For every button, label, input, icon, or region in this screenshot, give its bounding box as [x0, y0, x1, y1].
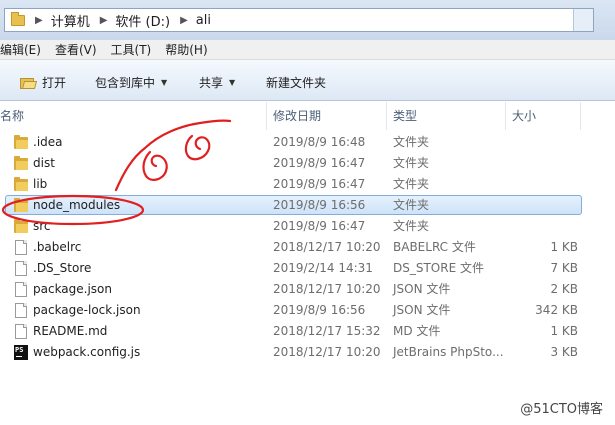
command-bar: 打开 包含到库中 ▼ 共享 ▼ 新建文件夹 — [0, 60, 615, 101]
file-row[interactable]: lib 2019/8/9 16:47 文件夹 — [0, 174, 615, 195]
file-row[interactable]: src 2019/8/9 16:47 文件夹 — [0, 216, 615, 237]
file-date: 2019/8/9 16:56 — [273, 303, 366, 317]
file-row[interactable]: README.md 2018/12/17 15:32 MD 文件 1 KB — [0, 321, 615, 342]
include-in-library-button[interactable]: 包含到库中 ▼ — [95, 74, 167, 91]
file-type: 文件夹 — [393, 198, 430, 212]
file-icon — [14, 240, 28, 255]
file-row[interactable]: package-lock.json 2019/8/9 16:56 JSON 文件 34… — [0, 300, 615, 321]
menu-bar: 编辑(E) 查看(V) 工具(T) 帮助(H) — [0, 40, 615, 60]
file-size: 342 KB — [535, 303, 578, 317]
new-folder-label: 新建文件夹 — [266, 76, 327, 90]
new-folder-button[interactable]: 新建文件夹 — [266, 74, 326, 91]
file-row[interactable]: package.json 2018/12/17 10:20 JSON 文件 2 KB — [0, 279, 615, 300]
file-date: 2018/12/17 10:20 — [273, 282, 381, 296]
breadcrumb-computer[interactable]: 计算机 — [51, 11, 90, 30]
file-name: package.json — [33, 282, 113, 296]
open-folder-icon — [20, 76, 38, 90]
column-header-date[interactable]: 修改日期 — [267, 102, 387, 130]
breadcrumb-separator-icon[interactable]: ▶ — [35, 15, 43, 26]
column-header-type[interactable]: 类型 — [387, 102, 506, 130]
file-date: 2019/2/14 14:31 — [273, 261, 373, 275]
file-name: README.md — [33, 324, 108, 338]
file-name: src — [33, 219, 51, 233]
folder-icon — [14, 156, 28, 171]
address-bar: ▶ 计算机 ▶ 软件 (D:) ▶ ali — [0, 0, 615, 40]
folder-icon — [14, 135, 28, 150]
file-type: DS_STORE 文件 — [393, 261, 484, 275]
file-icon — [14, 282, 28, 297]
file-size: 1 KB — [550, 240, 578, 254]
file-size: 1 KB — [550, 324, 578, 338]
file-size: 3 KB — [550, 345, 578, 359]
file-row[interactable]: .DS_Store 2019/2/14 14:31 DS_STORE 文件 7 KB — [0, 258, 615, 279]
file-type: MD 文件 — [393, 324, 441, 338]
menu-tools[interactable]: 工具(T) — [111, 41, 152, 58]
file-size: 7 KB — [550, 261, 578, 275]
file-date: 2019/8/9 16:47 — [273, 156, 366, 170]
dropdown-caret-icon: ▼ — [161, 78, 168, 87]
file-row[interactable]: .idea 2019/8/9 16:48 文件夹 — [0, 132, 615, 153]
file-size: 2 KB — [550, 282, 578, 296]
column-header-bar: 名称 修改日期 类型 大小 — [0, 102, 615, 130]
menu-edit[interactable]: 编辑(E) — [0, 41, 41, 58]
file-date: 2018/12/17 10:20 — [273, 240, 381, 254]
file-row[interactable]: .babelrc 2018/12/17 10:20 BABELRC 文件 1 KB — [0, 237, 615, 258]
file-date: 2018/12/17 10:20 — [273, 345, 381, 359]
column-header-size[interactable]: 大小 — [506, 102, 581, 130]
address-dropdown[interactable] — [573, 9, 593, 31]
file-type: BABELRC 文件 — [393, 240, 476, 254]
file-date: 2018/12/17 15:32 — [273, 324, 381, 338]
file-name: lib — [33, 177, 48, 191]
file-date: 2019/8/9 16:56 — [273, 198, 366, 212]
share-button[interactable]: 共享 ▼ — [199, 74, 235, 91]
file-date: 2019/8/9 16:48 — [273, 135, 366, 149]
file-type: JSON 文件 — [393, 282, 451, 296]
file-name: dist — [33, 156, 55, 170]
file-type: 文件夹 — [393, 219, 430, 233]
file-name: webpack.config.js — [33, 345, 141, 359]
breadcrumb-separator-icon[interactable]: ▶ — [180, 15, 188, 26]
file-icon — [14, 324, 28, 339]
file-row[interactable]: node_modules 2019/8/9 16:56 文件夹 — [0, 195, 615, 216]
file-type: 文件夹 — [393, 135, 430, 149]
file-icon — [14, 303, 28, 318]
file-name: .DS_Store — [33, 261, 92, 275]
file-type: 文件夹 — [393, 177, 430, 191]
folder-icon — [14, 198, 28, 213]
file-name: package-lock.json — [33, 303, 141, 317]
share-label: 共享 — [199, 76, 224, 90]
folder-icon — [14, 219, 28, 234]
file-icon — [14, 261, 28, 276]
breadcrumb-drive[interactable]: 软件 (D:) — [115, 11, 170, 30]
menu-view[interactable]: 查看(V) — [55, 41, 97, 58]
open-button-label: 打开 — [42, 76, 67, 90]
dropdown-caret-icon: ▼ — [229, 78, 236, 87]
open-button[interactable]: 打开 — [20, 74, 66, 91]
folder-icon — [14, 177, 28, 192]
menu-help[interactable]: 帮助(H) — [165, 41, 207, 58]
phpstorm-file-icon: PS — [14, 345, 28, 360]
include-in-library-label: 包含到库中 — [95, 76, 156, 90]
breadcrumb-separator-icon[interactable]: ▶ — [100, 15, 108, 26]
file-row[interactable]: dist 2019/8/9 16:47 文件夹 — [0, 153, 615, 174]
file-type: 文件夹 — [393, 156, 430, 170]
folder-icon — [11, 11, 25, 26]
breadcrumb-folder[interactable]: ali — [196, 13, 211, 28]
file-date: 2019/8/9 16:47 — [273, 177, 366, 191]
watermark: @51CTO博客 — [520, 402, 603, 417]
address-field[interactable]: ▶ 计算机 ▶ 软件 (D:) ▶ ali — [4, 8, 594, 32]
file-name: node_modules — [33, 198, 121, 212]
file-type: JetBrains PhpSto... — [393, 345, 504, 359]
file-name: .babelrc — [33, 240, 82, 254]
file-date: 2019/8/9 16:47 — [273, 219, 366, 233]
file-row[interactable]: PS webpack.config.js 2018/12/17 10:20 JetBr… — [0, 342, 615, 363]
file-name: .idea — [33, 135, 63, 149]
column-header-name[interactable]: 名称 — [0, 102, 267, 130]
file-type: JSON 文件 — [393, 303, 451, 317]
